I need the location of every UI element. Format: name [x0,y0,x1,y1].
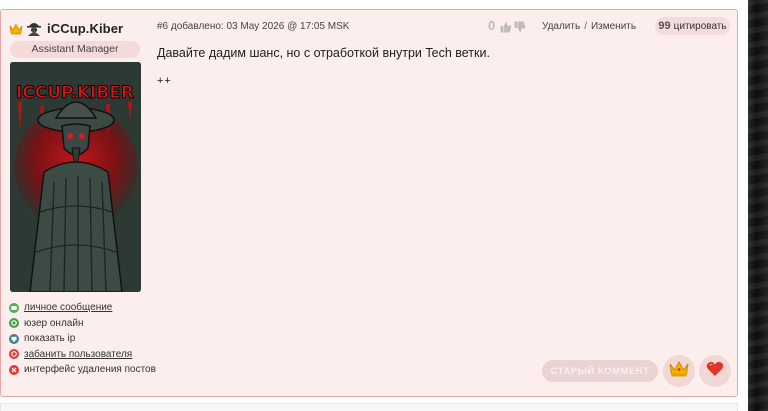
rating: 0 [488,18,526,33]
rating-score: 0 [488,18,496,33]
online-icon [9,318,19,329]
crown-button[interactable] [663,355,695,387]
user-header: iCCup.Kiber [9,20,123,36]
actions-separator: / [584,21,587,32]
next-post-edge [0,403,738,411]
edit-link[interactable]: Изменить [591,21,636,32]
post-actions: Удалить / Изменить [542,21,636,32]
message-icon [9,302,19,313]
user-link-online[interactable]: юзер онлайн [9,316,159,332]
user-link-delete[interactable]: интерфейс удаления постов [9,362,159,378]
crown-icon [669,360,689,383]
heart-button[interactable] [699,355,731,387]
user-link-label: интерфейс удаления постов [24,364,156,376]
spy-icon [26,20,42,36]
quote-label: цитировать [673,20,727,32]
post-meta: #6 добавлено: 03 May 2026 @ 17:05 MSK [157,21,350,32]
user-link-label: личное сообщение [24,302,113,314]
ban-icon [9,349,19,360]
avatar-title: ICCUP.KIBER [16,83,134,103]
heart-icon [706,361,724,382]
user-links: личное сообщение юзер онлайн показать ip за… [9,300,159,378]
post-text: Давайте дадим шанс, но с отработкой внут… [157,46,490,60]
quote-icon: 99 [658,20,671,32]
delete-icon [9,364,19,375]
username[interactable]: iCCup.Kiber [47,21,123,36]
quote-button[interactable]: 99 цитировать [655,17,730,35]
ip-icon [9,333,19,344]
user-link-ban[interactable]: забанить пользователя [9,347,159,363]
thumbs-up-icon[interactable] [500,20,512,32]
user-link-label: юзер онлайн [24,317,84,329]
old-comment-button[interactable]: СТАРЫЙ КОММЕНТ [542,360,658,382]
user-link-label: показать ip [24,333,76,345]
user-link-label: забанить пользователя [24,348,133,360]
avatar: ICCUP.KIBER [10,62,141,292]
post-extra: ++ [157,75,172,87]
page: iCCup.Kiber Assistant Manager ICCUP.KIBE… [0,0,768,411]
right-gap [738,0,748,411]
delete-link[interactable]: Удалить [542,21,580,32]
role-badge: Assistant Manager [10,41,140,58]
crown-icon [9,22,23,35]
user-link-message[interactable]: личное сообщение [9,300,159,316]
user-link-ip[interactable]: показать ip [9,331,159,347]
thumbs-down-icon[interactable] [514,20,526,32]
right-background-edge [748,0,768,411]
